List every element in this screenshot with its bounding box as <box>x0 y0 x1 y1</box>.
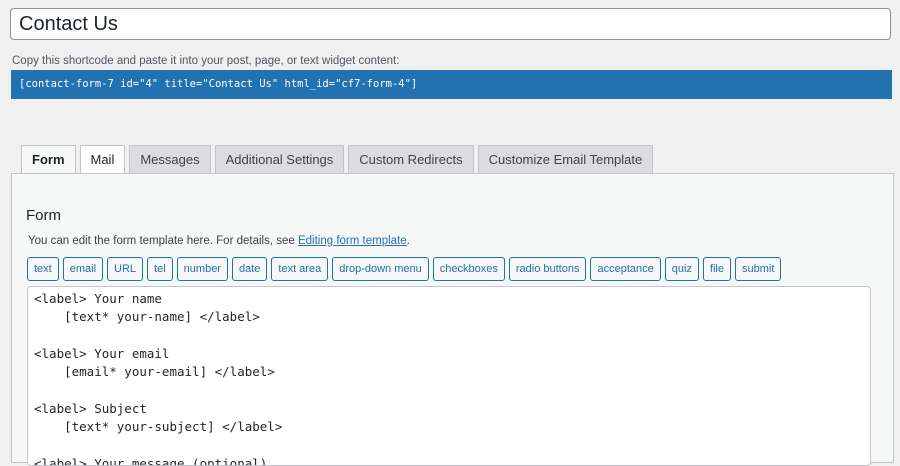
description-suffix: . <box>406 235 410 247</box>
tag-button-date[interactable]: date <box>231 257 268 281</box>
tag-button-submit[interactable]: submit <box>734 257 782 281</box>
tab-mail[interactable]: Mail <box>79 145 126 173</box>
tag-button-url[interactable]: URL <box>107 257 144 281</box>
panel-description: You can edit the form template here. For… <box>28 235 410 247</box>
tag-button-checkboxes[interactable]: checkboxes <box>432 257 505 281</box>
tag-button-text-area[interactable]: text area <box>271 257 329 281</box>
form-title-input[interactable]: Contact Us <box>10 8 891 40</box>
shortcode-label: Copy this shortcode and paste it into yo… <box>12 55 400 67</box>
editing-form-template-link[interactable]: Editing form template <box>298 235 407 247</box>
panel-heading: Form <box>26 207 61 224</box>
tag-button-file[interactable]: file <box>702 257 731 281</box>
tag-button-drop-down-menu[interactable]: drop-down menu <box>332 257 429 281</box>
tab-messages[interactable]: Messages <box>129 145 211 173</box>
tag-button-number[interactable]: number <box>176 257 228 281</box>
tab-form[interactable]: Form <box>21 145 76 174</box>
tag-button-text[interactable]: text <box>27 257 59 281</box>
tag-button-email[interactable]: email <box>62 257 104 281</box>
editor-tabs: Form Mail Messages Additional Settings C… <box>21 145 657 174</box>
tab-additional-settings[interactable]: Additional Settings <box>214 145 345 173</box>
tab-custom-redirects[interactable]: Custom Redirects <box>348 145 474 173</box>
shortcode-field[interactable]: [contact-form-7 id="4" title="Contact Us… <box>11 70 892 99</box>
tag-button-radio-buttons[interactable]: radio buttons <box>508 257 587 281</box>
tab-customize-email-template[interactable]: Customize Email Template <box>477 145 654 173</box>
form-panel: Form You can edit the form template here… <box>11 173 894 466</box>
form-template-editor[interactable]: <label> Your name [text* your-name] </la… <box>27 286 871 466</box>
tag-button-tel[interactable]: tel <box>147 257 173 281</box>
tag-generator-buttons: text email URL tel number date text area… <box>27 257 785 281</box>
tag-button-quiz[interactable]: quiz <box>664 257 699 281</box>
description-text: You can edit the form template here. For… <box>28 235 298 247</box>
tag-button-acceptance[interactable]: acceptance <box>590 257 661 281</box>
